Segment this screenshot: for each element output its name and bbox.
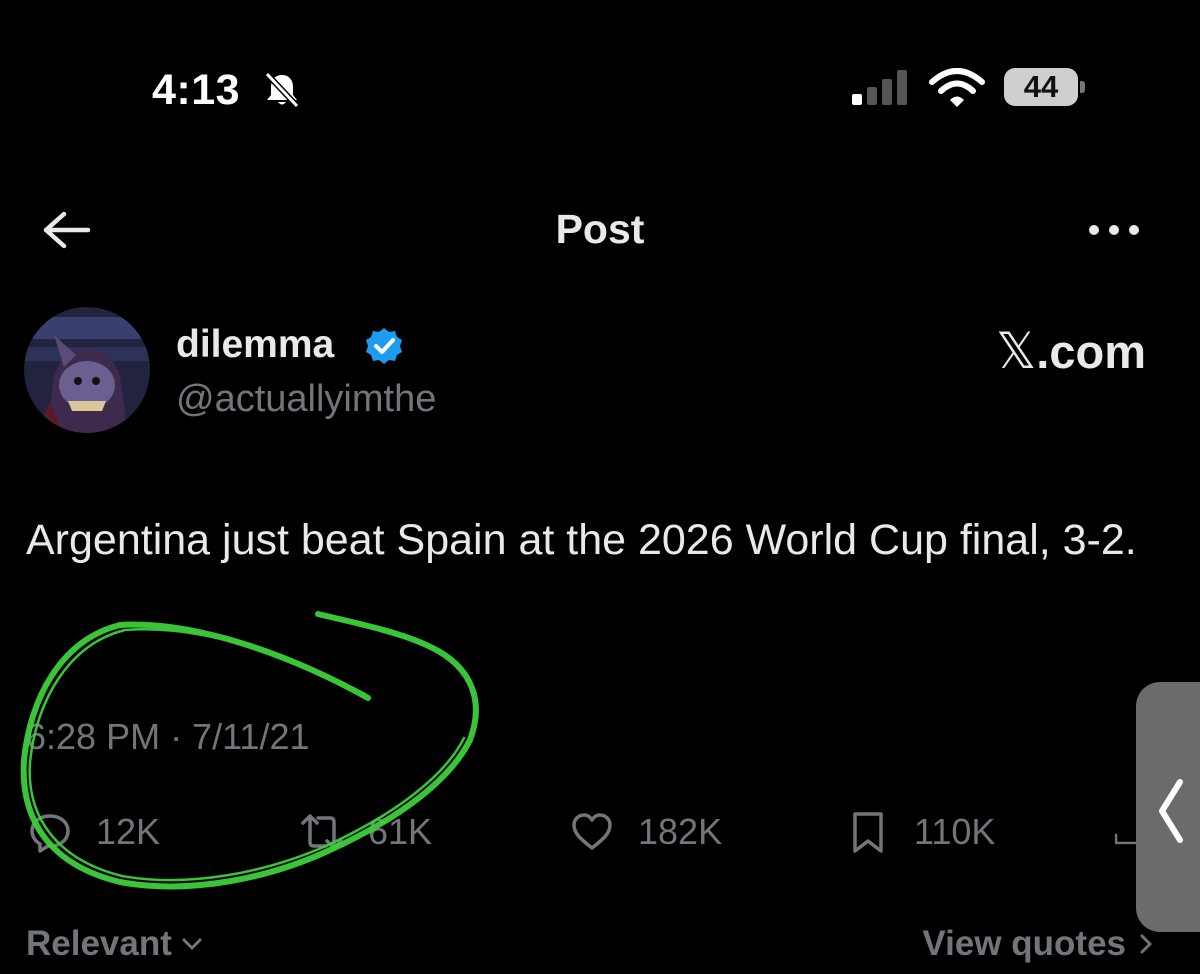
reply-icon	[30, 814, 70, 853]
author-handle[interactable]: @actuallyimthe	[176, 378, 436, 421]
author-name[interactable]: dilemma	[176, 323, 334, 367]
avatar[interactable]	[24, 307, 150, 433]
sort-relevant-dropdown[interactable]: Relevant	[26, 924, 204, 964]
chevron-down-icon	[182, 938, 202, 950]
x-com-watermark: 𝕏.com	[996, 322, 1146, 380]
bookmark-count: 110K	[914, 811, 996, 852]
view-quotes-link[interactable]: View quotes	[922, 924, 1158, 964]
repost-count: 61K	[368, 811, 433, 852]
chevron-left-icon	[1159, 779, 1183, 843]
wifi-icon	[929, 68, 985, 107]
x-com-suffix: .com	[1036, 325, 1146, 378]
cellular-signal-icon	[852, 70, 907, 105]
bookmark-icon	[853, 812, 883, 853]
view-quotes-label: View quotes	[922, 924, 1126, 963]
reply-count: 12K	[96, 811, 161, 852]
x-logo-glyph: 𝕏	[996, 322, 1037, 380]
more-options-icon[interactable]	[1086, 222, 1142, 238]
heart-icon	[572, 813, 612, 850]
like-button[interactable]: 182K	[570, 808, 722, 856]
verified-badge-icon	[366, 328, 402, 364]
bookmark-button[interactable]: 110K	[846, 808, 995, 856]
repost-button[interactable]: 61K	[300, 808, 432, 856]
page-title: Post	[555, 206, 645, 252]
bell-slash-icon	[264, 71, 300, 109]
chevron-right-icon	[1140, 934, 1152, 954]
battery-icon: 44	[1004, 68, 1086, 108]
reply-button[interactable]: 12K	[28, 808, 160, 856]
status-time: 4:13	[152, 66, 241, 114]
battery-level: 44	[1023, 69, 1059, 104]
tweet-timestamp[interactable]: 6:28 PM · 7/11/21	[26, 716, 310, 758]
like-count: 182K	[638, 811, 723, 852]
tweet-text: Argentina just beat Spain at the 2026 Wo…	[26, 516, 1137, 564]
repost-icon	[301, 814, 343, 850]
sort-label: Relevant	[26, 924, 172, 963]
side-panel-handle[interactable]	[1136, 682, 1200, 932]
